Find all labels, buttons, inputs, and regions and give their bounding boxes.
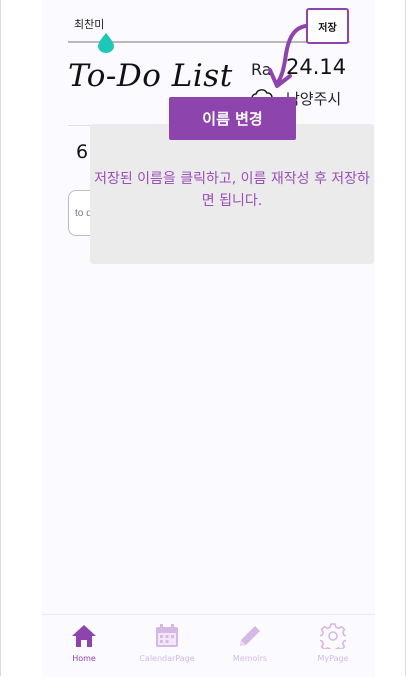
nav-item-home[interactable]: Home <box>42 623 126 663</box>
gear-icon <box>320 623 346 649</box>
pencil-icon <box>240 626 260 646</box>
screen: 최찬미 저장 To-Do List Ra 24.14 남양주시 6 저장된 이름… <box>0 0 406 677</box>
home-icon <box>72 625 96 647</box>
rename-badge: 이름 변경 <box>169 97 296 140</box>
save-button[interactable]: 저장 <box>306 8 349 44</box>
frame-border-left <box>0 0 1 676</box>
nav-label-home: Home <box>72 654 96 663</box>
page-title: To-Do List <box>68 58 233 94</box>
calendar-icon <box>156 624 178 647</box>
pointer-arrow-icon <box>268 24 308 88</box>
nav-item-mypage[interactable]: MyPage <box>291 623 375 663</box>
tooltip-message: 저장된 이름을 클릭하고, 이름 재작성 후 저장하면 됩니다. <box>94 171 370 209</box>
nav-item-calendar[interactable]: CalendarPage <box>125 623 209 663</box>
slider-thumb[interactable] <box>98 33 114 53</box>
nav-label-memoirs: Memoirs <box>232 654 268 663</box>
nav-label-mypage: MyPage <box>317 654 349 663</box>
user-name[interactable]: 최찬미 <box>74 16 104 32</box>
bottom-navigation: Home CalendarPage Memoirs MyPage <box>42 614 375 677</box>
nav-label-calendar: CalendarPage <box>139 654 195 663</box>
todo-count: 6 <box>76 141 89 163</box>
nav-item-memoirs[interactable]: Memoirs <box>208 623 292 663</box>
